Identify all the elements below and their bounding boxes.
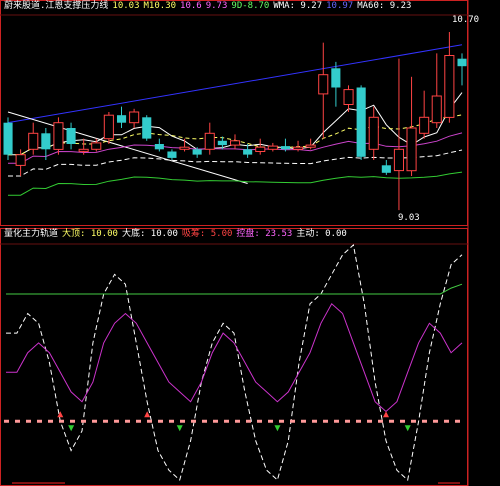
indicator-header-item: 控盘: 23.53 bbox=[236, 229, 293, 239]
indicator-plot bbox=[4, 244, 463, 481]
candle-body-up bbox=[179, 146, 190, 150]
oscillator-line-white bbox=[6, 244, 463, 481]
candle-body-up bbox=[78, 148, 89, 152]
candle-body-down bbox=[356, 87, 366, 157]
candle-body-down bbox=[243, 149, 253, 155]
oscillator-line-green bbox=[6, 283, 463, 295]
up-arrow-icon bbox=[383, 411, 389, 418]
candle-body-up bbox=[28, 132, 39, 150]
candle-body-down bbox=[457, 58, 467, 67]
candle-body-down bbox=[117, 115, 127, 123]
indicator-panel-frame bbox=[0, 228, 468, 486]
candle-body-up bbox=[419, 116, 430, 134]
indicator-header-item: 大顶: 10.00 bbox=[62, 229, 118, 239]
candle-body-up bbox=[91, 142, 102, 150]
high-price-label: 10.70 bbox=[452, 15, 480, 25]
candle-body-up bbox=[444, 55, 455, 118]
candle-body-down bbox=[142, 117, 152, 139]
candle-body-up bbox=[230, 140, 241, 146]
price-panel-frame bbox=[0, 0, 468, 226]
candle-body-up bbox=[318, 74, 329, 95]
price-header-item: 9D-8.70 bbox=[231, 1, 270, 11]
candle-body-up bbox=[393, 148, 404, 172]
indicator-header-item: 大底: 10.00 bbox=[121, 229, 178, 239]
indicator-header-item: 主动: 0.00 bbox=[296, 229, 347, 239]
price-header-item: 10.97 bbox=[326, 1, 354, 11]
price-panel-header: 蔚来股道.江恩支撑压力线 10.03 M10.30 10.6 9.73 9D-8.70 WM… bbox=[4, 1, 415, 12]
candle-body-down bbox=[331, 68, 341, 88]
candle-body-up bbox=[129, 111, 140, 124]
stock-chart-window: 蔚来股道.江恩支撑压力线 10.03 M10.30 10.6 9.73 9D-8.70 WM… bbox=[0, 0, 500, 486]
down-arrow-icon bbox=[404, 425, 411, 432]
price-header-item: MA60: 9.23 bbox=[357, 1, 412, 11]
candle-body-up bbox=[431, 95, 442, 124]
candle-body-down bbox=[41, 133, 51, 150]
down-arrow-icon bbox=[68, 425, 75, 432]
candle-body-up bbox=[368, 116, 379, 150]
price-header-item: 10.6 bbox=[180, 1, 202, 11]
candle-body-up bbox=[204, 132, 215, 150]
candle-body-up bbox=[406, 127, 417, 172]
chart-canvas[interactable] bbox=[0, 0, 500, 486]
oscillator-line-purple bbox=[6, 303, 463, 413]
indicator-panel-header: 量化主力轨道 大顶: 10.00 大底: 10.00 吸筹: 5.00 控盘: 23.5… bbox=[4, 229, 351, 240]
candle-body-down bbox=[3, 122, 13, 155]
candle-body-up bbox=[305, 144, 316, 148]
candle-body-up bbox=[15, 154, 26, 166]
candle-body-down bbox=[381, 165, 391, 173]
price-header-item: M10.30 bbox=[143, 1, 177, 11]
price-header-item: WMA: 9.27 bbox=[273, 1, 323, 11]
price-header-item: 9.73 bbox=[205, 1, 228, 11]
candle-body-down bbox=[280, 146, 290, 150]
candle-body-up bbox=[293, 146, 304, 150]
down-arrow-icon bbox=[176, 425, 183, 432]
candle-body-up bbox=[255, 146, 266, 152]
low-price-label: 9.03 bbox=[398, 213, 420, 223]
trend-line-blue bbox=[7, 44, 463, 124]
candle-body-down bbox=[66, 128, 76, 144]
price-plot bbox=[3, 32, 467, 211]
candle-body-up bbox=[53, 122, 64, 150]
price-header-item: 蔚来股道.江恩支撑压力线 bbox=[4, 1, 109, 11]
candle-body-down bbox=[154, 144, 164, 150]
ma-line-green bbox=[8, 171, 463, 196]
candle-body-up bbox=[343, 89, 354, 105]
indicator-header-item: 吸筹: 5.00 bbox=[181, 229, 233, 239]
price-header-item: 10.03 bbox=[112, 1, 140, 11]
candle-body-down bbox=[167, 151, 177, 158]
down-arrow-icon bbox=[274, 425, 281, 432]
candle-body-up bbox=[103, 114, 114, 140]
candle-body-down bbox=[217, 140, 227, 146]
candle-body-down bbox=[192, 149, 202, 155]
indicator-header-item: 量化主力轨道 bbox=[4, 229, 59, 239]
candle-body-up bbox=[267, 145, 278, 150]
